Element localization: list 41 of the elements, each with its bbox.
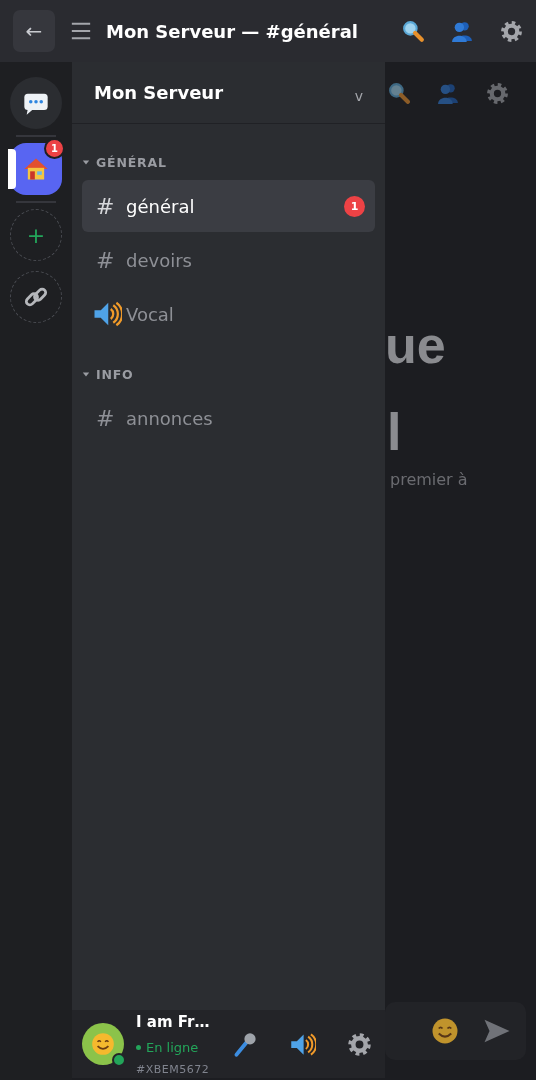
- hash-icon: #: [96, 193, 126, 219]
- notification-badge: 1: [44, 138, 65, 159]
- status-dot: [136, 1044, 141, 1050]
- menu-icon[interactable]: [70, 20, 92, 42]
- settings-icon[interactable]: [499, 18, 524, 44]
- chevron-icon[interactable]: v: [354, 87, 363, 104]
- welcome-heading: l: [387, 406, 403, 458]
- channel-item[interactable]: # devoirs: [82, 234, 375, 286]
- settings-icon[interactable]: [485, 80, 510, 106]
- user-avatar[interactable]: [82, 1023, 124, 1065]
- hash-icon: #: [96, 247, 126, 273]
- category-name: GÉNÉRAL: [96, 154, 167, 170]
- search-icon[interactable]: [401, 18, 426, 44]
- channel-name: général: [126, 195, 196, 217]
- channel-title: Mon Serveur — #général: [106, 20, 359, 42]
- channel-item[interactable]: # général 1: [82, 180, 375, 232]
- channel-item[interactable]: Vocal: [82, 288, 375, 340]
- channel-item[interactable]: # annonces: [82, 392, 375, 444]
- smiley-icon: [90, 1031, 116, 1057]
- speaker-icon: [92, 299, 122, 329]
- channel-name: devoirs: [126, 249, 193, 271]
- user-tag: #XBEM5672: [136, 1062, 220, 1076]
- direct-messages-button[interactable]: [10, 77, 62, 129]
- category-header[interactable]: INFO: [82, 364, 375, 384]
- status-text: En ligne: [146, 1039, 199, 1055]
- server-name: Mon Serveur: [94, 82, 224, 103]
- category-header[interactable]: GÉNÉRAL: [82, 152, 375, 172]
- welcome-text: premier à: [390, 470, 469, 489]
- microphone-icon[interactable]: [232, 1030, 259, 1058]
- hash-icon: #: [96, 405, 126, 431]
- settings-icon[interactable]: [346, 1030, 373, 1058]
- channel-name: annonces: [126, 407, 214, 429]
- user-name: I am Fr…: [136, 1012, 211, 1031]
- server-header[interactable]: Mon Serveur v: [72, 62, 385, 124]
- category-name: INFO: [96, 366, 134, 382]
- welcome-heading: ue: [385, 319, 447, 371]
- back-button[interactable]: ←: [13, 10, 55, 52]
- unread-badge: 1: [344, 195, 365, 217]
- emoji-icon[interactable]: [430, 1016, 460, 1046]
- search-icon[interactable]: [387, 80, 412, 106]
- channel-name: Vocal: [126, 303, 175, 325]
